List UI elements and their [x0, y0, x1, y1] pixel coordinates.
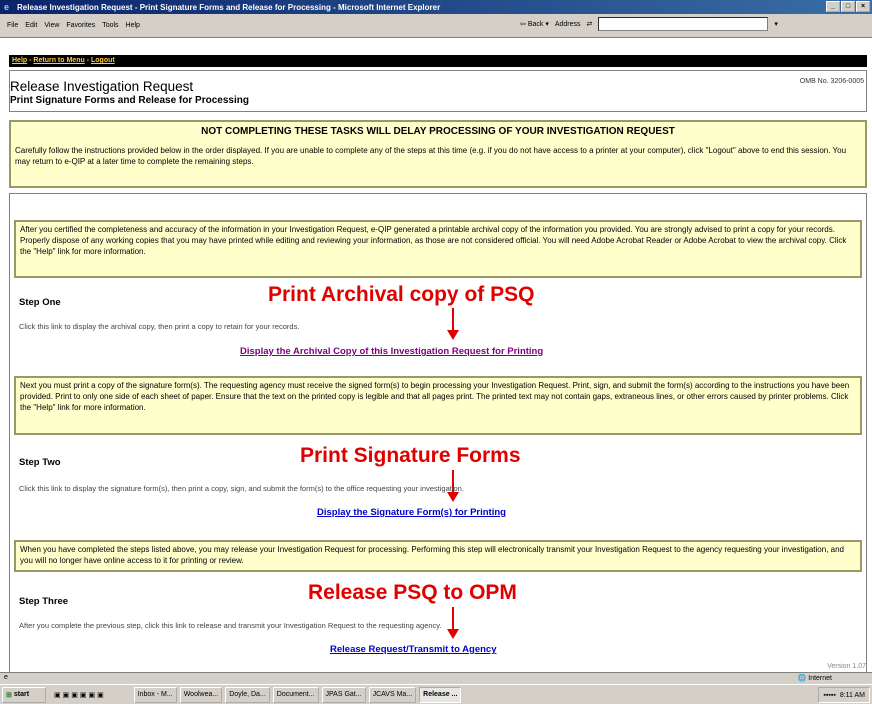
warning-box: NOT COMPLETING THESE TASKS WILL DELAY PR…	[9, 120, 867, 188]
task-document[interactable]: Document...	[272, 686, 319, 703]
close-button[interactable]: ×	[856, 1, 870, 12]
step-two-info: Next you must print a copy of the signat…	[14, 376, 862, 435]
menu-favorites[interactable]: Favorites	[66, 22, 95, 29]
help-link[interactable]: Help	[12, 57, 27, 64]
page-content: Help - Return to Menu - Logout Release I…	[0, 38, 872, 672]
links-icon: ⇄	[586, 21, 593, 28]
step-one-title: Step One	[19, 297, 61, 308]
ie-icon: e	[4, 2, 10, 12]
warning-text: Carefully follow the instructions provid…	[15, 146, 847, 166]
page-title: Release Investigation Request	[10, 79, 194, 94]
internet-zone: 🌐 Internet	[797, 675, 832, 682]
go-icon[interactable]: ▾	[774, 20, 778, 28]
release-request-link[interactable]: Release Request/Transmit to Agency	[330, 644, 496, 655]
task-doyle[interactable]: Doyle, Da...	[225, 686, 270, 703]
address-label: Address	[554, 20, 581, 28]
system-tray: ▪▪▪▪▪ 8:11 AM	[818, 687, 870, 703]
tray-icons[interactable]: ▪▪▪▪▪	[823, 692, 835, 699]
step-two-text: Click this link to display the signature…	[19, 484, 464, 493]
page-icon: e	[4, 674, 8, 681]
task-jpas[interactable]: JPAS Gat...	[321, 686, 366, 703]
window-title: Release Investigation Request - Print Si…	[17, 2, 441, 12]
task-inbox[interactable]: Inbox - M...	[133, 686, 177, 703]
windows-icon: ⊞	[6, 691, 12, 699]
menu-tools[interactable]: Tools	[102, 22, 118, 29]
status-bar: e 🌐 Internet	[0, 672, 872, 684]
page-subtitle: Print Signature Forms and Release for Pr…	[10, 95, 249, 106]
step-three-arrow	[447, 607, 459, 639]
task-release[interactable]: Release ...	[419, 686, 462, 703]
header: Release Investigation Request Print Sign…	[9, 70, 867, 112]
task-jcavs[interactable]: JCAVS Ma...	[368, 686, 417, 703]
address-bar[interactable]	[598, 17, 769, 31]
step-three-title: Step Three	[19, 596, 69, 607]
task-woolwea[interactable]: Woolwea...	[179, 686, 223, 703]
return-to-menu-link[interactable]: Return to Menu	[33, 57, 84, 64]
menubar: File Edit View Favorites Tools Help ⇦ Ba…	[0, 14, 872, 38]
step-three-annotation: Release PSQ to OPM	[308, 581, 517, 604]
back-button[interactable]: ⇦ Back ▾	[520, 20, 549, 28]
start-button[interactable]: ⊞ start	[2, 686, 46, 703]
warning-title: NOT COMPLETING THESE TASKS WILL DELAY PR…	[201, 126, 675, 137]
signature-forms-link[interactable]: Display the Signature Form(s) for Printi…	[317, 507, 506, 518]
menu-file[interactable]: File	[7, 22, 18, 29]
menu-edit[interactable]: Edit	[25, 22, 37, 29]
menu-help[interactable]: Help	[126, 22, 140, 29]
menu-view[interactable]: View	[44, 22, 59, 29]
omb-number: OMB No. 3206-0005	[799, 78, 864, 85]
step-one-arrow	[447, 308, 459, 340]
step-three-info: When you have completed the steps listed…	[14, 540, 862, 572]
clock: 8:11 AM	[839, 691, 865, 699]
logout-link[interactable]: Logout	[91, 57, 115, 64]
minimize-button[interactable]: _	[826, 1, 840, 12]
step-one-text: Click this link to display the archival …	[19, 322, 300, 331]
archival-copy-link[interactable]: Display the Archival Copy of this Invest…	[240, 346, 543, 357]
step-two-annotation: Print Signature Forms	[300, 444, 521, 467]
step-two-title: Step Two	[19, 457, 61, 468]
maximize-button[interactable]: □	[841, 1, 855, 12]
nav-bar: Help - Return to Menu - Logout	[9, 55, 867, 67]
quick-launch[interactable]: ▣▣▣▣▣▣	[54, 691, 106, 699]
window-titlebar: e Release Investigation Request - Print …	[0, 0, 872, 14]
taskbar: ⊞ start ▣▣▣▣▣▣ Inbox - M... Woolwea... Do…	[0, 684, 872, 704]
version-label: Version 1.07	[827, 663, 866, 670]
step-three-text: After you complete the previous step, cl…	[19, 621, 442, 630]
step-one-annotation: Print Archival copy of PSQ	[268, 283, 535, 306]
step-one-info: After you certified the completeness and…	[14, 220, 862, 278]
